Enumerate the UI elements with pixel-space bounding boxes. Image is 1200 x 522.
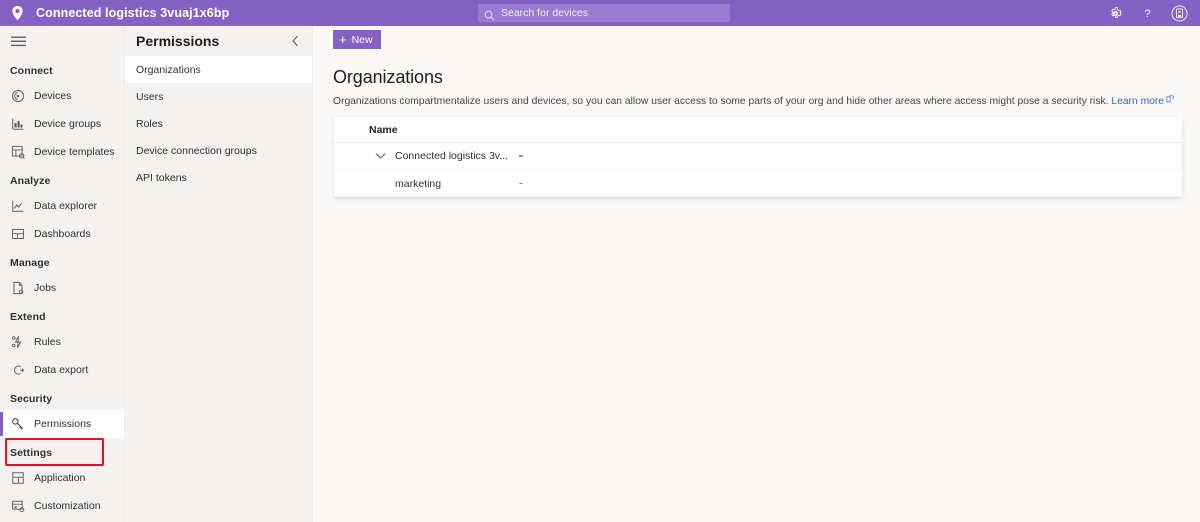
nav-group-analyze: Analyze [10, 175, 51, 187]
table-row[interactable]: marketing [334, 170, 1182, 197]
main-content: + New Organizations Organizations compar… [314, 26, 1200, 522]
organizations-table: Name Connected logistics 3v... marketing [334, 117, 1182, 197]
search-input[interactable]: Search for devices [478, 4, 730, 22]
panel-item-label: API tokens [136, 171, 187, 184]
panel-item-organizations[interactable]: Organizations [125, 56, 312, 83]
panel-header: Permissions [125, 26, 312, 56]
sidebar-item-devices[interactable]: Devices [0, 82, 124, 110]
column-header-name: Name [369, 123, 398, 136]
app-header: Connected logistics 3vuaj1x6bp Search fo… [0, 0, 1200, 26]
new-button-label: New [351, 33, 373, 46]
nav-group-settings: Settings [10, 447, 53, 459]
sidebar-item-label: Data export [34, 364, 89, 376]
sidebar-item-label: Devices [34, 90, 72, 102]
app-title: Connected logistics 3vuaj1x6bp [36, 6, 230, 20]
devices-icon [10, 89, 25, 104]
sidebar-item-label: Application [34, 472, 86, 484]
page-description-text: Organizations compartmentalize users and… [333, 96, 1109, 107]
device-groups-icon [10, 117, 25, 132]
sidebar-item-device-templates[interactable]: Device templates [0, 138, 124, 166]
panel-item-label: Organizations [136, 63, 201, 76]
nav-group-connect: Connect [10, 65, 53, 77]
chevron-left-icon[interactable] [287, 33, 303, 49]
panel-item-label: Device connection groups [136, 144, 257, 157]
application-icon [10, 471, 25, 486]
plus-icon: + [339, 32, 347, 47]
sidebar-item-label: Device groups [34, 118, 102, 130]
sidebar-item-label: Dashboards [34, 228, 91, 240]
sidebar-item-device-groups[interactable]: Device groups [0, 110, 124, 138]
panel-item-label: Roles [136, 117, 163, 130]
sidebar-item-rules[interactable]: Rules [0, 328, 124, 356]
panel-title: Permissions [136, 33, 220, 49]
data-export-icon [10, 363, 25, 378]
device-templates-icon [10, 145, 25, 160]
dot [521, 182, 524, 185]
account-avatar-icon[interactable] [1164, 0, 1194, 26]
header-actions: ? [1100, 0, 1194, 26]
panel-item-device-connection-groups[interactable]: Device connection groups [125, 137, 312, 164]
sidebar-item-customization[interactable]: Customization [0, 492, 124, 520]
learn-more-label: Learn more [1111, 96, 1165, 107]
permissions-key-icon [10, 417, 25, 432]
sidebar-item-label: Data explorer [34, 200, 98, 212]
table-header-row: Name [334, 117, 1182, 143]
settings-gear-icon[interactable] [1100, 0, 1130, 26]
svg-text:?: ? [1144, 8, 1150, 20]
header-brand: Connected logistics 3vuaj1x6bp [0, 4, 229, 22]
location-pin-icon [8, 4, 26, 22]
nav-group-manage: Manage [10, 257, 50, 269]
sidebar-item-data-explorer[interactable]: Data explorer [0, 192, 124, 220]
panel-item-roles[interactable]: Roles [125, 110, 312, 137]
jobs-icon [10, 281, 25, 296]
more-options-icon[interactable] [514, 175, 528, 193]
sidebar-item-application[interactable]: Application [0, 464, 124, 492]
sidebar-item-label: Permissions [34, 418, 92, 430]
page-title: Organizations [333, 67, 443, 87]
external-link-icon [1166, 95, 1174, 106]
sidebar-item-label: Customization [34, 500, 101, 512]
organization-name: marketing [395, 177, 442, 190]
page-description: Organizations compartmentalize users and… [314, 88, 1200, 107]
table-row[interactable]: Connected logistics 3v... [334, 143, 1182, 170]
sidebar-item-label: Rules [34, 336, 61, 348]
data-explorer-icon [10, 199, 25, 214]
search-icon [484, 8, 495, 20]
more-options-icon[interactable] [514, 147, 528, 165]
dashboards-icon [10, 227, 25, 242]
new-button[interactable]: + New [333, 30, 381, 49]
permissions-panel: Permissions Organizations Users Roles De… [125, 26, 313, 522]
nav-group-extend: Extend [10, 311, 46, 323]
learn-more-link[interactable]: Learn more [1111, 96, 1164, 107]
search-placeholder: Search for devices [501, 7, 588, 19]
rules-icon [10, 335, 25, 350]
sidebar-item-label: Jobs [34, 282, 57, 294]
panel-item-users[interactable]: Users [125, 83, 312, 110]
nav-group-security: Security [10, 393, 53, 405]
panel-item-api-tokens[interactable]: API tokens [125, 164, 312, 191]
command-bar: + New [314, 26, 1200, 53]
left-navigation: Connect Devices Device groups Device tem… [0, 26, 125, 522]
help-question-icon[interactable]: ? [1132, 0, 1162, 26]
sidebar-item-permissions[interactable]: Permissions [0, 410, 124, 438]
sidebar-item-label: Device templates [34, 146, 115, 158]
customization-icon [10, 499, 25, 514]
sidebar-item-data-export[interactable]: Data export [0, 356, 124, 384]
hamburger-menu-icon[interactable] [0, 26, 124, 56]
chevron-down-icon[interactable] [372, 148, 388, 164]
sidebar-item-dashboards[interactable]: Dashboards [0, 220, 124, 248]
dot [521, 155, 524, 157]
organization-name: Connected logistics 3v... [395, 150, 509, 162]
sidebar-item-jobs[interactable]: Jobs [0, 274, 124, 302]
panel-item-label: Users [136, 90, 164, 103]
